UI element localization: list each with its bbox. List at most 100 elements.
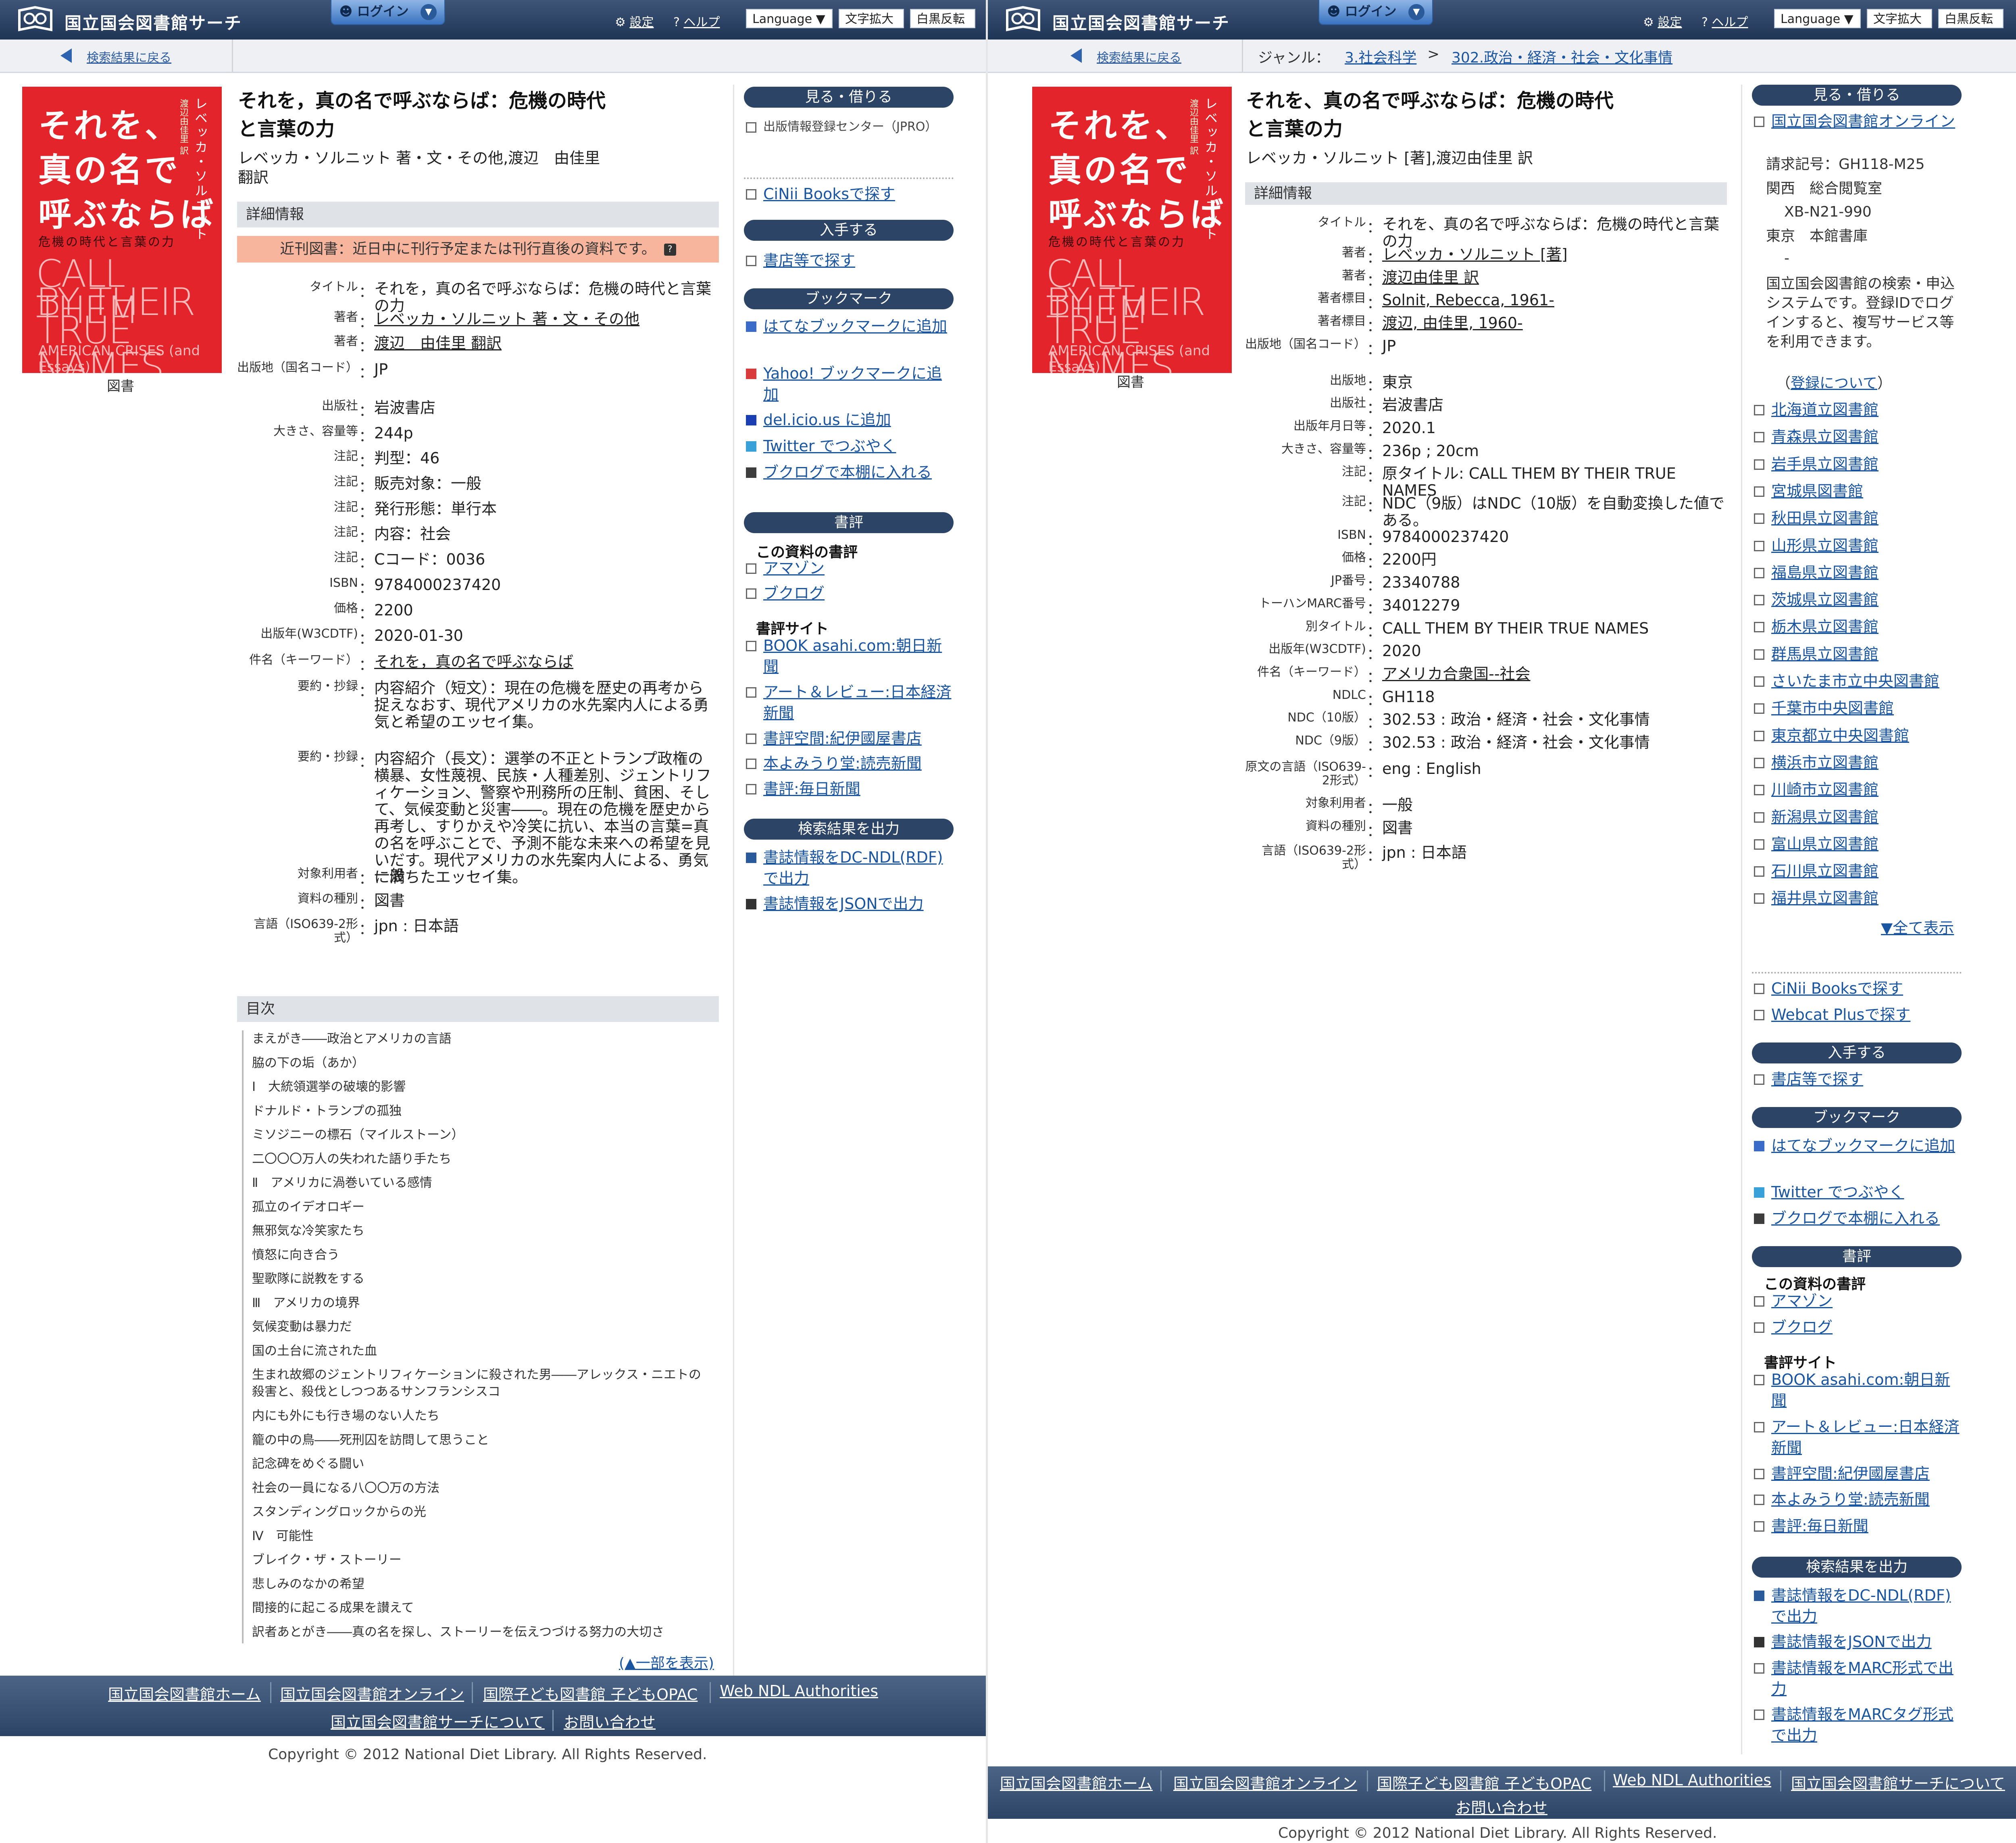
footer-link-contact[interactable]: お問い合わせ bbox=[1456, 1795, 1547, 1818]
booklog-link[interactable]: ブクログで本棚に入れる bbox=[763, 462, 953, 483]
kinokuniya-review-link[interactable]: 書評空間:紀伊國屋書店 bbox=[763, 728, 953, 749]
invert-colors-button[interactable]: 白黒反転 bbox=[1938, 9, 2004, 28]
detail-value-link[interactable]: それを，真の名で呼ぶならば bbox=[374, 653, 717, 670]
show-all-link[interactable]: ▼全て表示 bbox=[1881, 917, 1954, 938]
detail-value-link[interactable]: 渡辺 由佳里 翻訳 bbox=[374, 335, 717, 352]
jpro-link[interactable]: 出版情報登録センター（JPRO） bbox=[763, 117, 937, 137]
cinii-books-link[interactable]: CiNii Booksで探す bbox=[763, 183, 953, 204]
twitter-link[interactable]: Twitter でつぶやく bbox=[1771, 1182, 1961, 1203]
cinii-books-link[interactable]: CiNii Booksで探す bbox=[1771, 978, 1961, 999]
help-link[interactable]: ? ヘルプ bbox=[1702, 12, 1748, 30]
footer-link-kids-opac[interactable]: 国際子ども図書館 子どもOPAC bbox=[1377, 1771, 1591, 1793]
help-icon[interactable]: ? bbox=[664, 244, 676, 256]
ndl-online-link[interactable]: 国立国会図書館オンライン bbox=[1771, 111, 1961, 132]
export-json-link[interactable]: 書誌情報をJSONで出力 bbox=[763, 893, 953, 914]
booklog-review-link[interactable]: ブクログ bbox=[1771, 1317, 1961, 1338]
mainichi-review-link[interactable]: 書評:毎日新聞 bbox=[1771, 1516, 1961, 1537]
twitter-link[interactable]: Twitter でつぶやく bbox=[763, 436, 953, 457]
library-link[interactable]: 宮城県図書館 bbox=[1771, 481, 1961, 502]
footer-link-ndl-home[interactable]: 国立国会図書館ホーム bbox=[108, 1682, 261, 1704]
library-link[interactable]: 石川県立図書館 bbox=[1771, 861, 1961, 882]
breadcrumb-separator: > bbox=[1427, 46, 1440, 63]
library-link[interactable]: 北海道立図書館 bbox=[1771, 399, 1961, 420]
settings-link[interactable]: ⚙ 設定 bbox=[1643, 12, 1682, 30]
amazon-review-link[interactable]: アマゾン bbox=[1771, 1291, 1961, 1311]
detail-value: 9784000237420 bbox=[374, 576, 501, 594]
text-enlarge-button[interactable]: 文字拡大 bbox=[1867, 9, 1932, 28]
export-json-link[interactable]: 書誌情報をJSONで出力 bbox=[1771, 1631, 1961, 1652]
export-rdf-link[interactable]: 書誌情報をDC-NDL(RDF)で出力 bbox=[1771, 1585, 1961, 1627]
webcat-plus-link[interactable]: Webcat Plusで探す bbox=[1771, 1004, 1961, 1025]
back-to-results-link[interactable]: 検索結果に戻る bbox=[87, 48, 171, 65]
asahi-review-link[interactable]: BOOK asahi.com:朝日新聞 bbox=[1771, 1369, 1961, 1411]
booklog-link[interactable]: ブクログで本棚に入れる bbox=[1771, 1208, 1961, 1229]
export-marc-link[interactable]: 書誌情報をMARC形式で出力 bbox=[1771, 1657, 1961, 1699]
booklog-review-link[interactable]: ブクログ bbox=[763, 583, 953, 604]
settings-link[interactable]: ⚙ 設定 bbox=[615, 12, 654, 30]
yomiuri-review-link[interactable]: 本よみうり堂:読売新聞 bbox=[1771, 1489, 1961, 1510]
detail-value-link[interactable]: 渡辺由佳里 訳 bbox=[1382, 269, 1725, 286]
library-link[interactable]: 秋田県立図書館 bbox=[1771, 508, 1961, 529]
login-button[interactable]: ☻ ログイン ▼ bbox=[331, 0, 445, 25]
footer-link-ndl-home[interactable]: 国立国会図書館ホーム bbox=[1000, 1771, 1153, 1793]
genre-link-302[interactable]: 302.政治・経済・社会・文化事情 bbox=[1452, 46, 1672, 67]
library-link[interactable]: 川崎市立図書館 bbox=[1771, 779, 1961, 800]
yomiuri-review-link[interactable]: 本よみうり堂:読売新聞 bbox=[763, 753, 953, 774]
library-link[interactable]: 横浜市立図書館 bbox=[1771, 752, 1961, 773]
kinokuniya-review-link[interactable]: 書評空間:紀伊國屋書店 bbox=[1771, 1463, 1961, 1484]
detail-value-link[interactable]: アメリカ合衆国--社会 bbox=[1382, 665, 1725, 682]
detail-value-link[interactable]: レベッカ・ソルニット 著・文・その他 bbox=[374, 311, 717, 327]
library-link[interactable]: 山形県立図書館 bbox=[1771, 535, 1961, 556]
find-in-stores-link[interactable]: 書店等で探す bbox=[763, 250, 953, 271]
registration-link[interactable]: 登録について bbox=[1791, 375, 1877, 392]
book-cover-image: それを、 真の名で 呼ぶならば 危機の時代と言葉の力 レベッカ・ソルニット 渡辺… bbox=[22, 87, 222, 373]
library-link[interactable]: 福島県立図書館 bbox=[1771, 562, 1961, 583]
export-marc-tag-link[interactable]: 書誌情報をMARCタグ形式で出力 bbox=[1771, 1704, 1961, 1746]
footer-link-contact[interactable]: お問い合わせ bbox=[564, 1710, 656, 1732]
back-to-results-link[interactable]: 検索結果に戻る bbox=[1097, 48, 1181, 65]
footer-link-authorities[interactable]: Web NDL Authorities bbox=[1613, 1771, 1771, 1789]
mainichi-review-link[interactable]: 書評:毎日新聞 bbox=[763, 778, 953, 799]
footer-link-ndl-online[interactable]: 国立国会図書館オンライン bbox=[280, 1682, 464, 1704]
login-button[interactable]: ☻ ログイン ▼ bbox=[1318, 0, 1433, 25]
detail-value-link[interactable]: Solnit, Rebecca, 1961- bbox=[1382, 292, 1725, 309]
library-link[interactable]: 富山県立図書館 bbox=[1771, 834, 1961, 855]
help-link[interactable]: ? ヘルプ bbox=[673, 12, 720, 30]
footer-link-ndl-online[interactable]: 国立国会図書館オンライン bbox=[1173, 1771, 1357, 1793]
nikkei-review-link[interactable]: アート＆レビュー:日本経済新聞 bbox=[1771, 1416, 1961, 1458]
nikkei-review-link[interactable]: アート＆レビュー:日本経済新聞 bbox=[763, 682, 953, 723]
library-link[interactable]: 福井県立図書館 bbox=[1771, 888, 1961, 909]
invert-colors-button[interactable]: 白黒反転 bbox=[910, 9, 975, 28]
detail-value-link[interactable]: レベッカ・ソルニット [著] bbox=[1382, 246, 1725, 263]
library-link[interactable]: さいたま市立中央図書館 bbox=[1771, 671, 1961, 692]
library-link[interactable]: 青森県立図書館 bbox=[1771, 426, 1961, 447]
delicious-link[interactable]: del.icio.us に追加 bbox=[763, 409, 953, 430]
site-title[interactable]: 国立国会図書館サーチ bbox=[1052, 10, 1230, 34]
hatena-bookmark-link[interactable]: はてなブックマークに追加 bbox=[763, 316, 953, 337]
language-select[interactable]: Language ▼ bbox=[746, 9, 833, 28]
footer-link-about[interactable]: 国立国会図書館サーチについて bbox=[1791, 1771, 2005, 1793]
site-title[interactable]: 国立国会図書館サーチ bbox=[65, 10, 242, 34]
toc-collapse-link[interactable]: (▲一部を表示) bbox=[619, 1651, 714, 1672]
library-link[interactable]: 岩手県立図書館 bbox=[1771, 454, 1961, 475]
language-select[interactable]: Language ▼ bbox=[1774, 9, 1861, 28]
asahi-review-link[interactable]: BOOK asahi.com:朝日新聞 bbox=[763, 635, 953, 677]
text-enlarge-button[interactable]: 文字拡大 bbox=[839, 9, 904, 28]
genre-link-social-science[interactable]: 3.社会科学 bbox=[1345, 46, 1416, 67]
hatena-bookmark-link[interactable]: はてなブックマークに追加 bbox=[1771, 1135, 1961, 1156]
library-link[interactable]: 群馬県立図書館 bbox=[1771, 644, 1961, 665]
find-in-stores-link[interactable]: 書店等で探す bbox=[1771, 1069, 1961, 1090]
library-link[interactable]: 千葉市中央図書館 bbox=[1771, 698, 1961, 719]
detail-value-link[interactable]: 渡辺, 由佳里, 1960- bbox=[1382, 315, 1725, 331]
library-link[interactable]: 茨城県立図書館 bbox=[1771, 589, 1961, 610]
library-link[interactable]: 栃木県立図書館 bbox=[1771, 616, 1961, 637]
footer-link-about[interactable]: 国立国会図書館サーチについて bbox=[331, 1710, 545, 1732]
library-link[interactable]: 東京都立中央図書館 bbox=[1771, 725, 1961, 746]
amazon-review-link[interactable]: アマゾン bbox=[763, 558, 953, 579]
footer-link-kids-opac[interactable]: 国際子ども図書館 子どもOPAC bbox=[483, 1682, 698, 1704]
library-link[interactable]: 新潟県立図書館 bbox=[1771, 807, 1961, 828]
footer-link-authorities[interactable]: Web NDL Authorities bbox=[720, 1682, 878, 1700]
detail-label: 出版年(W3CDTF) bbox=[1268, 642, 1366, 656]
yahoo-bookmark-link[interactable]: Yahoo! ブックマークに追加 bbox=[763, 363, 953, 405]
export-rdf-link[interactable]: 書誌情報をDC-NDL(RDF)で出力 bbox=[763, 847, 953, 889]
